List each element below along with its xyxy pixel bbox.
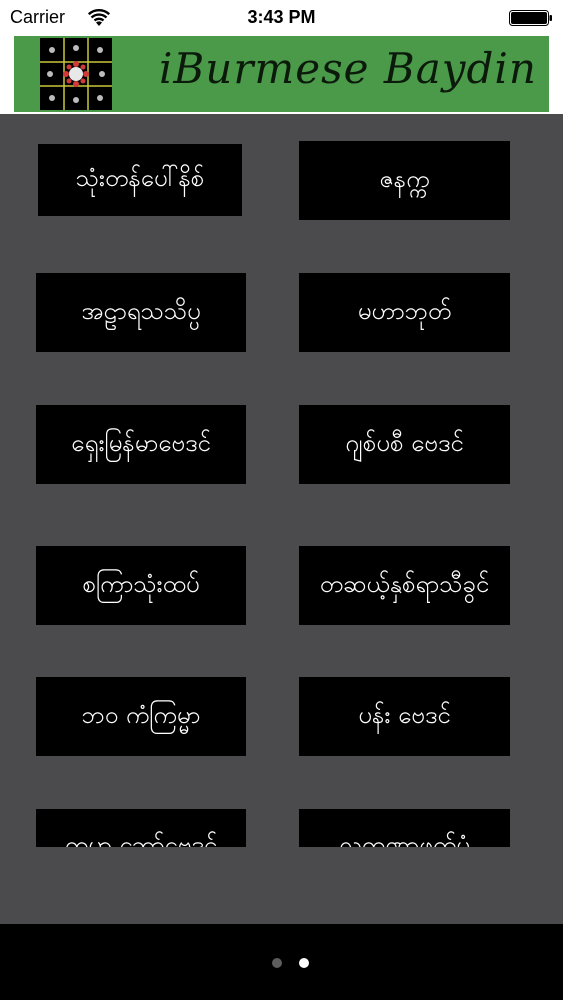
menu-button-label: စကြာသုံးထပ် (82, 569, 200, 598)
menu-button-partial-right[interactable]: လက္ခဏာဖတ်ပုံ (299, 809, 510, 847)
menu-button-label: ဇနက္က (379, 164, 430, 193)
menu-button-label: သုံးတန်ပေါ်နိစ် (75, 164, 205, 192)
menu-button-partial-left[interactable]: ကမ္ဘာ ဆော်ဗေဒင် (36, 809, 246, 847)
menu-button-atthara-thathippa[interactable]: အဠာရသသိပ္ပ (36, 273, 246, 352)
menu-button-label: ဂျစ်ပစီ ဗေဒင် (345, 428, 464, 457)
status-bar: Carrier 3:43 PM (0, 0, 563, 36)
app-header: iBurmese Baydin (0, 36, 563, 114)
menu-button-maha-bote[interactable]: မဟာဘုတ် (299, 273, 510, 352)
page-indicator-dot-active[interactable] (299, 958, 309, 968)
menu-button-label: ဘ၀ ကံကြမ္မာ (81, 700, 201, 729)
page-footer (0, 924, 563, 1000)
menu-button-gypsy-baydin[interactable]: ဂျစ်ပစီ ဗေဒင် (299, 405, 510, 484)
menu-button-life-fortune[interactable]: ဘ၀ ကံကြမ္မာ (36, 677, 246, 756)
menu-button-flower-baydin[interactable]: ပန်း ဗေဒင် (299, 677, 510, 756)
menu-button-sekya-thone-htat[interactable]: စကြာသုံးထပ် (36, 546, 246, 625)
menu-button-label: ပန်း ဗေဒင် (358, 700, 451, 729)
menu-button-label: အဠာရသသိပ္ပ (81, 296, 201, 325)
menu-button-ancient-myanmar-baydin[interactable]: ရှေးမြန်မာဗေဒင် (36, 405, 246, 484)
battery-icon (509, 10, 552, 26)
astrology-grid-logo (40, 38, 112, 110)
menu-button-zanakka[interactable]: ဇနက္က (299, 141, 510, 220)
app-screen: Carrier 3:43 PM iBurmese Baydin သုံးတန်ပ… (0, 0, 563, 1000)
menu-button-thone-tan-paw-nit[interactable]: သုံးတန်ပေါ်နိစ် (38, 144, 242, 216)
menu-button-label: လက္ခဏာဖတ်ပုံ (339, 831, 470, 847)
menu-button-label: တဆယ့်နှစ်ရာသီခွင် (319, 569, 490, 598)
app-title: iBurmese Baydin (159, 44, 537, 93)
menu-button-label: မဟာဘုတ် (357, 296, 452, 325)
menu-grid: သုံးတန်ပေါ်နိစ် ဇနက္က အဠာရသသိပ္ပ မဟာဘုတ်… (0, 114, 563, 924)
menu-button-label: ကမ္ဘာ ဆော်ဗေဒင် (64, 831, 218, 847)
menu-button-label: ရှေးမြန်မာဗေဒင် (71, 428, 211, 457)
page-indicator-dot[interactable] (272, 958, 282, 968)
clock-time: 3:43 PM (247, 7, 316, 27)
title-banner: iBurmese Baydin (14, 36, 549, 112)
menu-button-twelve-zodiac[interactable]: တဆယ့်နှစ်ရာသီခွင် (299, 546, 510, 625)
